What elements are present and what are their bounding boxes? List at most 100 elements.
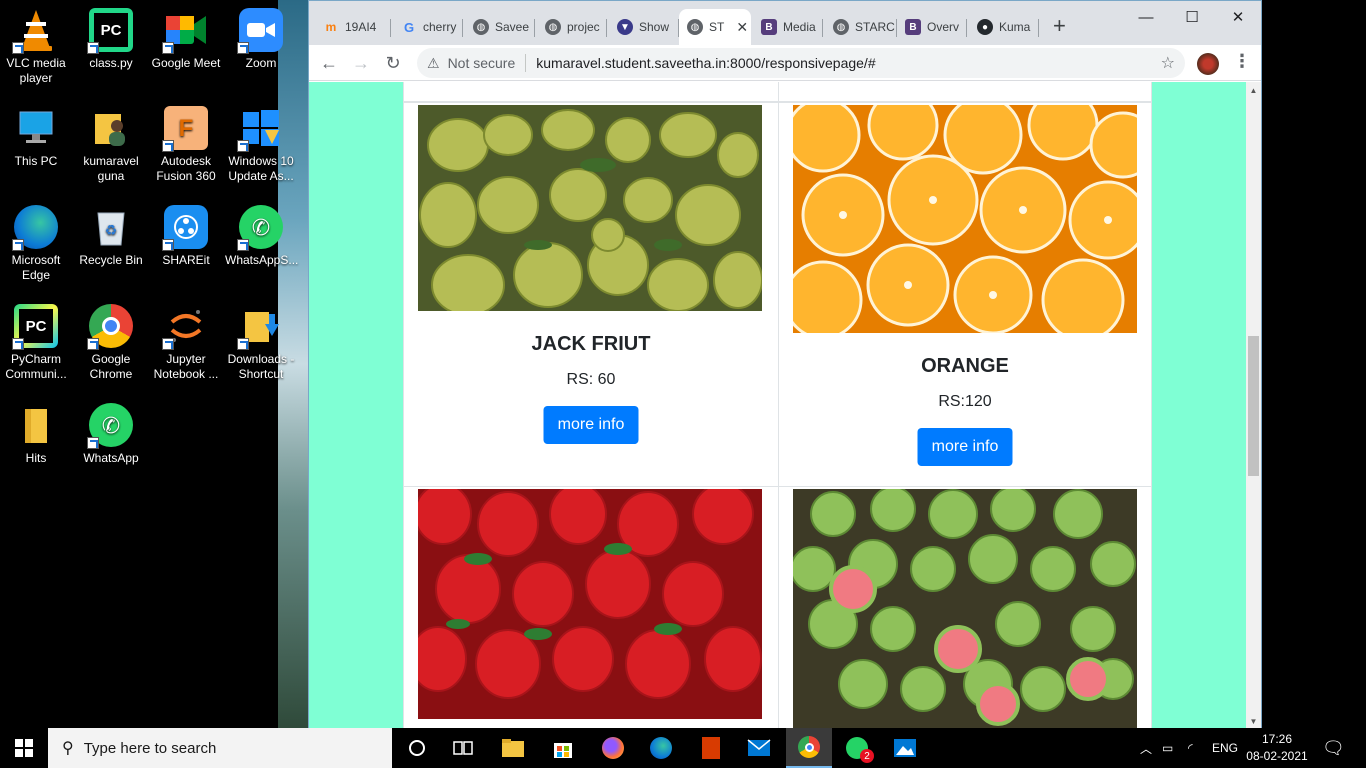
computer-icon bbox=[14, 106, 58, 150]
edge-taskbar-button[interactable] bbox=[638, 728, 684, 768]
mail-button[interactable] bbox=[736, 728, 782, 768]
file-explorer-button[interactable] bbox=[490, 728, 536, 768]
jackfruit-image bbox=[418, 105, 762, 311]
tab-label: ST bbox=[709, 20, 725, 34]
close-window-button[interactable]: ✕ bbox=[1215, 5, 1261, 29]
desktop-icon-label: Google Chrome bbox=[89, 352, 133, 381]
network-status[interactable]: ▭ bbox=[1162, 728, 1173, 768]
pycharm-file-icon: PC bbox=[87, 8, 133, 54]
kebab-menu-icon[interactable]: ⋮ bbox=[1233, 51, 1251, 72]
desktop-icon-label: Microsoft Edge bbox=[11, 253, 61, 282]
tab-label: Overv bbox=[927, 20, 960, 34]
scroll-down-arrow-icon[interactable]: ▼ bbox=[1249, 717, 1258, 726]
close-tab-icon[interactable]: ✕ bbox=[736, 19, 748, 36]
desktop-icon-label: class.py bbox=[89, 56, 133, 70]
folder-icon bbox=[14, 403, 58, 447]
chrome-icon bbox=[798, 736, 820, 758]
product-price: RS: 60 bbox=[566, 371, 616, 388]
tab-19ai4[interactable]: m 19AI4 bbox=[315, 9, 391, 45]
store-button[interactable] bbox=[540, 728, 586, 768]
desktop-icon-edge[interactable]: Microsoft Edge bbox=[0, 205, 72, 283]
desktop-icon-label: VLC media player bbox=[6, 56, 66, 85]
windows-logo-icon bbox=[237, 106, 283, 152]
product-price: RS:120 bbox=[938, 393, 992, 410]
language-label: ENG bbox=[1212, 741, 1239, 755]
tab-media[interactable]: B Media bbox=[753, 9, 823, 45]
desktop-icon-google-meet[interactable]: Google Meet bbox=[150, 8, 222, 71]
notification-icon: 🗨 bbox=[1322, 737, 1345, 758]
desktop-icon-fusion360[interactable]: F Autodesk Fusion 360 bbox=[150, 106, 222, 184]
vertical-scrollbar[interactable]: ▲ ▼ bbox=[1246, 82, 1261, 728]
pycharm-icon: PC bbox=[12, 304, 58, 350]
whatsapp-taskbar-button[interactable]: 2 bbox=[834, 728, 880, 768]
maximize-button[interactable]: ☐ bbox=[1169, 5, 1215, 29]
desktop-icon-class-py[interactable]: PC class.py bbox=[75, 8, 147, 71]
desktop-icon-jupyter[interactable]: Jupyter Notebook ... bbox=[150, 304, 222, 382]
taskbar-search-box[interactable]: ⚲ Type here to search bbox=[48, 728, 392, 768]
edge-icon bbox=[12, 205, 58, 251]
globe-icon: ◍ bbox=[833, 19, 849, 35]
security-status[interactable]: Not secure bbox=[448, 55, 516, 71]
google-meet-icon bbox=[162, 8, 208, 54]
desktop-icon-zoom[interactable]: Zoom bbox=[225, 8, 297, 71]
autodesk-fusion-icon: F bbox=[162, 106, 208, 152]
device-icon: ▭ bbox=[1162, 741, 1174, 755]
wifi-status[interactable]: ◜ bbox=[1188, 728, 1193, 768]
profile-avatar[interactable] bbox=[1197, 53, 1219, 75]
firefox-button[interactable] bbox=[590, 728, 636, 768]
new-tab-button[interactable]: + bbox=[1053, 13, 1066, 39]
taskbar: ⚲ Type here to search 2 ︿ ▭ ◜ ENG 17:26 … bbox=[0, 728, 1366, 768]
back-arrow-icon[interactable]: ← bbox=[315, 49, 343, 77]
desktop-icon-user-folder[interactable]: kumaravel guna bbox=[75, 106, 147, 184]
desktop-icon-label: Downloads - Shortcut bbox=[227, 352, 295, 381]
show-hidden-icons-button[interactable]: ︿ bbox=[1140, 728, 1152, 768]
office-button[interactable] bbox=[688, 728, 734, 768]
more-info-button[interactable]: more info bbox=[543, 406, 639, 444]
tab-kuma[interactable]: ● Kuma bbox=[969, 9, 1039, 45]
desktop-icon-shareit[interactable]: SHAREit bbox=[150, 205, 222, 268]
desktop-icon-recycle-bin[interactable]: ♻ Recycle Bin bbox=[75, 205, 147, 268]
scrollbar-thumb[interactable] bbox=[1248, 336, 1259, 476]
desktop-icon-pycharm[interactable]: PC PyCharm Communi... bbox=[0, 304, 72, 382]
desktop-icon-label: Autodesk Fusion 360 bbox=[156, 154, 216, 183]
scroll-up-arrow-icon[interactable]: ▲ bbox=[1249, 86, 1258, 95]
tab-projec[interactable]: ◍ projec bbox=[537, 9, 607, 45]
product-title: ORANGE bbox=[921, 355, 1009, 377]
tab-overv[interactable]: B Overv bbox=[897, 9, 967, 45]
desktop-icon-chrome[interactable]: Google Chrome bbox=[75, 304, 147, 382]
orange-image bbox=[793, 105, 1137, 333]
system-clock[interactable]: 17:26 08-02-2021 bbox=[1246, 731, 1308, 765]
reload-icon[interactable]: ↻ bbox=[379, 49, 407, 77]
tab-show[interactable]: ▼ Show bbox=[609, 9, 679, 45]
forward-arrow-icon[interactable]: → bbox=[347, 49, 375, 77]
minimize-button[interactable]: — bbox=[1123, 5, 1169, 29]
whatsapp-icon: ✆ bbox=[87, 403, 133, 449]
search-placeholder: Type here to search bbox=[83, 739, 217, 757]
notification-badge: 2 bbox=[860, 749, 874, 763]
address-bar[interactable]: ⚠ Not secure kumaravel.student.saveetha.… bbox=[417, 48, 1185, 78]
desktop-icon-this-pc[interactable]: This PC bbox=[0, 106, 72, 169]
chevron-up-icon: ︿ bbox=[1140, 741, 1153, 756]
chrome-taskbar-button[interactable] bbox=[786, 728, 832, 768]
desktop-icon-label: Jupyter Notebook ... bbox=[153, 352, 219, 381]
desktop-icon-whatsapp[interactable]: ✆ WhatsApp bbox=[75, 403, 147, 466]
desktop-icon-downloads[interactable]: Downloads - Shortcut bbox=[225, 304, 297, 382]
desktop-icon-whatsapp-setup[interactable]: ✆ WhatsAppS... bbox=[225, 205, 298, 268]
firefox-icon bbox=[602, 737, 624, 759]
start-button[interactable] bbox=[0, 728, 48, 768]
tab-label: cherry bbox=[423, 20, 457, 34]
more-info-button[interactable]: more info bbox=[917, 428, 1013, 466]
tab-starc[interactable]: ◍ STARC bbox=[825, 9, 897, 45]
tab-cherry[interactable]: Gcherry bbox=[393, 9, 463, 45]
desktop-icon-vlc[interactable]: VLC media player bbox=[0, 8, 72, 86]
cortana-button[interactable] bbox=[394, 728, 440, 768]
tab-st-active[interactable]: ◍ ST ✕ bbox=[679, 9, 751, 45]
task-view-button[interactable] bbox=[440, 728, 486, 768]
desktop-icon-windows-update[interactable]: Windows 10 Update As... bbox=[225, 106, 297, 184]
tab-savee[interactable]: ◍ Savee bbox=[465, 9, 535, 45]
bookmark-star-icon[interactable]: ☆ bbox=[1161, 53, 1175, 73]
language-indicator[interactable]: ENG bbox=[1212, 728, 1238, 768]
photos-button[interactable] bbox=[882, 728, 928, 768]
action-center-button[interactable]: 🗨 bbox=[1322, 728, 1345, 768]
desktop-icon-hits[interactable]: Hits bbox=[0, 403, 72, 466]
